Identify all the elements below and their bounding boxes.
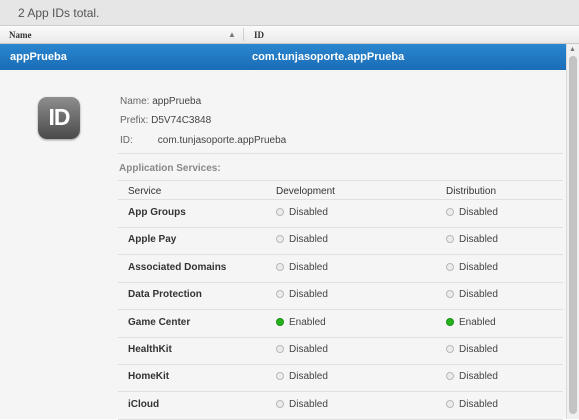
- service-name: Associated Domains: [128, 261, 227, 273]
- status-disabled-icon: [276, 290, 284, 299]
- service-development-status: Enabled: [276, 317, 326, 328]
- service-development-status: Disabled: [276, 399, 328, 410]
- service-name: iCloud: [128, 398, 160, 410]
- services-title: Application Services:: [119, 163, 221, 174]
- prefix-label: Prefix:: [120, 115, 149, 126]
- summary-bar: 2 App IDs total.: [0, 0, 579, 26]
- service-development-status: Disabled: [276, 289, 328, 300]
- status-text: Enabled: [459, 316, 496, 328]
- status-text: Disabled: [459, 289, 498, 301]
- status-text: Enabled: [289, 316, 326, 328]
- service-development-status: Disabled: [276, 262, 328, 273]
- prefix-line: Prefix: D5V74C3848: [120, 115, 211, 126]
- table-header: Name ▲ ID: [0, 26, 579, 44]
- service-row: Game Center Enabled Enabled: [118, 310, 563, 338]
- status-text: Disabled: [459, 261, 498, 273]
- name-line: Name: appPrueba: [120, 96, 201, 107]
- services-header-service: Service: [128, 186, 162, 197]
- service-distribution-status: Enabled: [446, 317, 496, 328]
- services-header-distribution: Distribution: [446, 186, 497, 197]
- service-name: HomeKit: [128, 371, 170, 383]
- service-distribution-status: Disabled: [446, 344, 498, 355]
- service-development-status: Disabled: [276, 344, 328, 355]
- column-header-name[interactable]: Name: [9, 30, 32, 40]
- service-row: Associated Domains Disabled Disabled: [118, 255, 563, 283]
- service-row: HomeKit Disabled Disabled: [118, 364, 563, 393]
- service-name: Game Center: [128, 316, 191, 328]
- service-name: HealthKit: [128, 344, 172, 355]
- status-disabled-icon: [276, 262, 284, 271]
- status-text: Disabled: [289, 344, 328, 355]
- status-text: Disabled: [459, 207, 498, 218]
- services-header-development: Development: [276, 186, 335, 197]
- status-text: Disabled: [289, 234, 328, 246]
- status-text: Disabled: [289, 289, 328, 301]
- app-id-icon-text: ID: [48, 104, 71, 130]
- service-row: iCloud Disabled Disabled: [118, 392, 563, 420]
- app-id-detail-panel: ID Name: appPrueba Prefix: D5V74C3848 ID…: [0, 70, 566, 420]
- id-line: ID: com.tunjasoporte.appPrueba: [120, 135, 286, 146]
- app-id-icon: ID: [38, 97, 80, 139]
- status-disabled-icon: [276, 208, 284, 216]
- status-disabled-icon: [276, 399, 284, 408]
- prefix-value: D5V74C3848: [151, 115, 212, 126]
- scroll-up-icon[interactable]: ▲: [569, 46, 576, 53]
- id-value: com.tunjasoporte.appPrueba: [157, 135, 287, 146]
- service-distribution-status: Disabled: [446, 399, 498, 410]
- status-disabled-icon: [276, 235, 284, 244]
- status-text: Disabled: [459, 344, 498, 355]
- status-disabled-icon: [446, 290, 454, 299]
- id-label: ID:: [120, 135, 133, 146]
- status-enabled-icon: [276, 317, 284, 326]
- service-row: Data Protection Disabled Disabled: [118, 282, 563, 311]
- status-text: Disabled: [459, 371, 498, 383]
- row-id: com.tunjasoporte.appPrueba: [252, 51, 405, 63]
- status-disabled-icon: [446, 345, 454, 353]
- status-text: Disabled: [289, 398, 328, 410]
- name-label: Name:: [120, 96, 150, 107]
- status-text: Disabled: [459, 234, 498, 246]
- status-disabled-icon: [446, 399, 454, 408]
- status-disabled-icon: [276, 372, 284, 381]
- app-id-count: 2 App IDs total.: [18, 6, 100, 20]
- service-name: App Groups: [128, 207, 186, 218]
- service-distribution-status: Disabled: [446, 262, 498, 273]
- status-enabled-icon: [446, 317, 454, 326]
- service-name: Data Protection: [128, 289, 202, 301]
- status-text: Disabled: [289, 371, 328, 383]
- status-disabled-icon: [446, 262, 454, 271]
- service-row: HealthKit Disabled Disabled: [118, 337, 563, 365]
- status-disabled-icon: [446, 372, 454, 381]
- service-distribution-status: Disabled: [446, 371, 498, 382]
- service-development-status: Disabled: [276, 371, 328, 382]
- divider: [118, 180, 563, 181]
- service-row: App Groups Disabled Disabled: [118, 200, 563, 228]
- divider: [118, 153, 563, 154]
- scrollbar-thumb[interactable]: [569, 56, 577, 414]
- service-distribution-status: Disabled: [446, 207, 498, 218]
- service-development-status: Disabled: [276, 207, 328, 218]
- status-text: Disabled: [289, 207, 328, 218]
- status-text: Disabled: [289, 261, 328, 273]
- vertical-scrollbar[interactable]: ▲: [566, 44, 579, 419]
- row-name: appPrueba: [10, 51, 67, 63]
- status-text: Disabled: [459, 398, 498, 410]
- service-distribution-status: Disabled: [446, 289, 498, 300]
- status-disabled-icon: [276, 345, 284, 353]
- sort-ascending-icon[interactable]: ▲: [228, 30, 236, 39]
- service-distribution-status: Disabled: [446, 234, 498, 245]
- service-row: Apple Pay Disabled Disabled: [118, 227, 563, 256]
- status-disabled-icon: [446, 235, 454, 244]
- status-disabled-icon: [446, 208, 454, 216]
- service-development-status: Disabled: [276, 234, 328, 245]
- column-divider[interactable]: [243, 28, 244, 41]
- table-row-selected[interactable]: appPrueba com.tunjasoporte.appPrueba: [0, 44, 566, 70]
- service-name: Apple Pay: [128, 234, 177, 246]
- column-header-id[interactable]: ID: [254, 30, 264, 40]
- name-value: appPrueba: [152, 96, 202, 107]
